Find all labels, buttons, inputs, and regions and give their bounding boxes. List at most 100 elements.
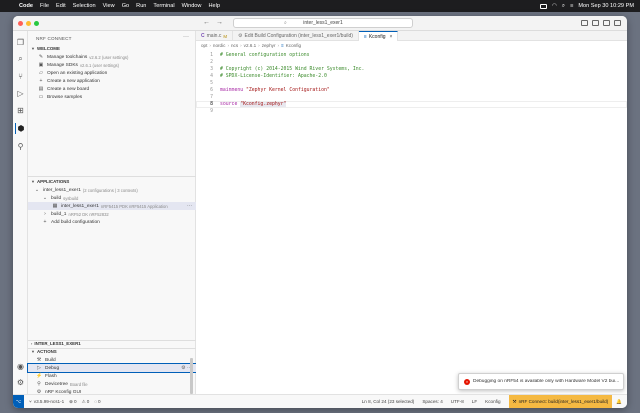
device-tree-icon[interactable]: ⚲ — [15, 141, 26, 152]
menu-view[interactable]: View — [103, 3, 115, 9]
customize-layout-icon[interactable] — [614, 20, 621, 26]
toggle-panel-icon[interactable] — [592, 20, 599, 26]
action-devicetree[interactable]: ⚲ Devicetree Board file — [28, 380, 196, 388]
toggle-sidebar-icon[interactable] — [581, 20, 588, 26]
actions-section-header[interactable]: ▼ ACTIONS — [28, 348, 196, 355]
item-label: Create a new board — [47, 86, 90, 92]
battery-icon[interactable] — [540, 3, 548, 9]
code-line: 2 — [196, 59, 627, 66]
actions-scrollbar[interactable] — [190, 358, 193, 394]
breadcrumb-item[interactable]: v2.6.1 — [244, 43, 257, 48]
chip-icon: ▦ — [52, 203, 58, 209]
menu-window[interactable]: Window — [182, 3, 202, 9]
wrench-icon: ✎ — [38, 54, 44, 60]
code-text: # Copyright (c) 2014-2015 Wind River Sys… — [220, 67, 365, 72]
breadcrumb-item[interactable]: Kconfig — [286, 43, 301, 48]
action-debug[interactable]: ▷ Debug ⚙ ··· — [27, 363, 197, 373]
macos-menu-bar: Code File Edit Selection View Go Run Ter… — [0, 0, 640, 12]
control-center-icon[interactable]: ≡ — [570, 3, 573, 9]
menu-file[interactable]: File — [40, 3, 49, 9]
status-encoding[interactable]: UTF-8 — [451, 399, 464, 404]
action-flash[interactable]: ⚡ Flash — [28, 372, 196, 380]
applications-section-header[interactable]: ▼ APPLICATIONS — [28, 178, 196, 185]
forward-arrow-icon[interactable]: → — [216, 19, 223, 26]
line-number: 9 — [210, 109, 213, 114]
status-cursor-position[interactable]: Ln 8, Col 24 (23 selected) — [362, 399, 415, 404]
tab-main-c[interactable]: C main.c M — [196, 31, 234, 41]
status-indentation[interactable]: Spaces: 4 — [422, 399, 442, 404]
debug-icon: ▷ — [37, 365, 41, 371]
status-language[interactable]: Kconfig — [485, 399, 500, 404]
tree-icon: ⚲ — [37, 381, 41, 387]
minimize-window-button[interactable] — [26, 20, 31, 26]
menu-go[interactable]: Go — [122, 3, 129, 9]
more-actions-icon[interactable]: ··· — [187, 203, 192, 209]
spotlight-icon[interactable]: ⌕ — [562, 3, 565, 10]
explorer-icon[interactable]: ❐ — [15, 37, 26, 48]
build-config-item[interactable]: › build_1 nRF52 DK nRF52832 — [28, 210, 196, 218]
wifi-icon[interactable]: ◠ — [552, 3, 557, 9]
tab-kconfig[interactable]: ≡ Kconfig × — [358, 31, 399, 41]
toggle-secondary-sidebar-icon[interactable] — [603, 20, 610, 26]
code-text: mainmenu "Zephyr Kernel Configuration" — [220, 88, 330, 93]
notification-message: Debugging on nRF54 is available only wit… — [473, 379, 620, 384]
status-bar: ⌥ ⑂ v3.5.99-ncs1-1 ⊗ 0 ⚠ 0 ◌ 0 Ln 8, Col… — [13, 394, 627, 408]
add-build-configuration-button[interactable]: + Add build configuration — [28, 218, 196, 226]
chevron-down-icon: ▼ — [31, 349, 35, 354]
menu-run[interactable]: Run — [136, 3, 146, 9]
item-label: Manage toolchains — [47, 54, 88, 60]
breadcrumb-item[interactable]: zephyr — [262, 43, 276, 48]
notification-toast[interactable]: × Debugging on nRF54 is available only w… — [458, 373, 624, 390]
menu-help[interactable]: Help — [208, 3, 220, 9]
welcome-section-header[interactable]: ▼ WELCOME — [28, 45, 196, 52]
project-section-header[interactable]: › INTER_LESS1_EXER1 — [28, 340, 196, 347]
extensions-icon[interactable]: ⊞ — [15, 105, 26, 116]
breadcrumb-item[interactable]: ncs — [231, 43, 238, 48]
status-ports[interactable]: 0 — [98, 399, 101, 404]
run-debug-icon[interactable]: ▷ — [15, 88, 26, 99]
notifications-bell-icon[interactable]: 🔔 — [616, 399, 622, 405]
welcome-item-manage-sdks[interactable]: ▣ Manage SDKs v2.6.1 (user settings) — [28, 61, 196, 69]
status-warnings[interactable]: 0 — [87, 399, 90, 404]
welcome-item-create-board[interactable]: ▤ Create a new board — [28, 85, 196, 93]
remote-indicator-icon[interactable]: ⌥ — [13, 394, 24, 408]
menu-terminal[interactable]: Terminal — [153, 3, 174, 9]
status-nrf-build[interactable]: ⚒ nRF Connect: build(inter_less1_exer1/b… — [508, 394, 613, 408]
menubar-clock[interactable]: Mon Sep 30 10:29 PM — [578, 3, 634, 9]
close-window-button[interactable] — [18, 20, 23, 26]
breadcrumb-item[interactable]: nordic — [213, 43, 226, 48]
status-branch[interactable]: v3.5.99-ncs1-1 — [34, 399, 64, 404]
welcome-item-manage-toolchains[interactable]: ✎ Manage toolchains v2.6.2 (user setting… — [28, 53, 196, 61]
welcome-item-browse-samples[interactable]: ▭ Browse samples — [28, 93, 196, 101]
action-build[interactable]: ⚒ Build — [28, 356, 196, 364]
welcome-item-create-application[interactable]: + Create a new application — [28, 77, 196, 85]
application-item[interactable]: ⌄ inter_less1_exer1 (2 configurations | … — [28, 186, 196, 194]
manage-gear-icon[interactable]: ⚙ — [15, 377, 26, 388]
breadcrumb: opt › nordic › ncs › v2.6.1 › zephyr › ≡ Kcon… — [196, 41, 627, 50]
vscode-window: ← → ⌕ inter_less1_exer1 ❐ ⌕ ⑂ ▷ ⊞ ⬢ ⚲ ◉ … — [13, 16, 627, 408]
breadcrumb-item[interactable]: opt — [201, 43, 207, 48]
item-detail: v2.6.1 (user settings) — [79, 62, 120, 68]
welcome-item-open-existing[interactable]: ▱ Open an existing application — [28, 69, 196, 77]
menu-selection[interactable]: Selection — [73, 3, 96, 9]
source-control-icon[interactable]: ⑂ — [15, 71, 26, 82]
code-editor[interactable]: 1 # General configuration options 2 3 # … — [196, 50, 627, 394]
build-config-item[interactable]: ⌄ build sysbuild — [28, 194, 196, 202]
account-icon[interactable]: ◉ — [15, 361, 26, 372]
zoom-window-button[interactable] — [34, 20, 39, 26]
tab-edit-build-configuration[interactable]: ⚙ Edit Build Configuration (inter_less1_… — [233, 31, 359, 41]
status-errors[interactable]: 0 — [74, 399, 77, 404]
status-eol[interactable]: LF — [472, 399, 477, 404]
more-actions-icon[interactable]: ··· — [183, 34, 189, 40]
search-icon[interactable]: ⌕ — [15, 53, 26, 64]
section-label: WELCOME — [36, 46, 60, 51]
menu-app-name[interactable]: Code — [19, 3, 33, 9]
menu-edit[interactable]: Edit — [56, 3, 66, 9]
back-arrow-icon[interactable]: ← — [203, 19, 210, 26]
nrf-connect-icon[interactable]: ⬢ — [15, 123, 26, 134]
plus-icon: + — [39, 78, 43, 84]
chevron-down-icon: ⌄ — [34, 187, 40, 193]
command-center-search[interactable]: ⌕ inter_less1_exer1 — [233, 18, 413, 28]
close-icon[interactable]: × — [390, 34, 393, 40]
build-context-item[interactable]: ▦ inter_less1_exer1 nRF5415 PDK nRF5415 … — [28, 202, 196, 210]
